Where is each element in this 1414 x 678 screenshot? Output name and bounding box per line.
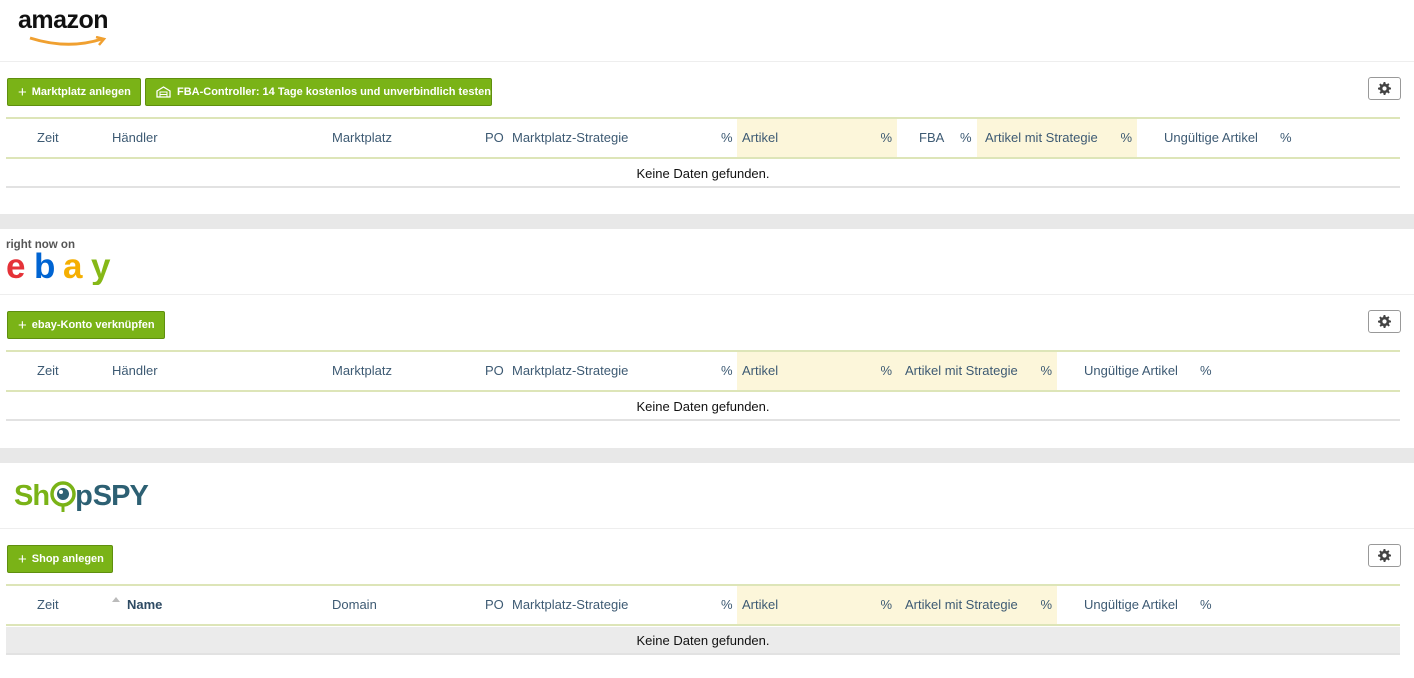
col-artikel-label: Artikel — [742, 130, 779, 145]
ebay-logo-row: right now on e b a y — [0, 229, 1414, 295]
shopspy-logo-spy: SPY — [92, 479, 149, 512]
plus-icon: + — [18, 83, 27, 101]
ebay-section: right now on e b a y + ebay-Konto verknü… — [0, 229, 1414, 448]
col-artikel-mit-strategie-label: Artikel mit Strategie — [905, 597, 1018, 612]
shopspy-section: Sh p SPY + Shop anlegen Zeit Name Domain… — [0, 463, 1414, 678]
col-percent-ungueltig[interactable]: % — [1200, 586, 1212, 624]
svg-text:y: y — [91, 251, 111, 285]
add-marketplace-button[interactable]: + Marktplatz anlegen — [7, 78, 141, 106]
col-percent-strategie[interactable]: % — [721, 586, 733, 624]
warehouse-icon — [156, 86, 171, 98]
gear-icon — [1378, 82, 1391, 95]
col-haendler[interactable]: Händler — [112, 352, 158, 390]
col-artikel-mit-strategie-label: Artikel mit Strategie — [985, 130, 1098, 145]
link-ebay-account-label: ebay-Konto verknüpfen — [31, 319, 155, 331]
add-shop-label: Shop anlegen — [31, 553, 104, 565]
amazon-logo-text: amazon — [18, 6, 109, 34]
col-fba[interactable]: FBA — [919, 119, 944, 157]
col-marktplatz-strategie[interactable]: Marktplatz-Strategie — [512, 586, 628, 624]
col-percent-ungueltig[interactable]: % — [1200, 352, 1212, 390]
col-name-label: Name — [127, 597, 163, 612]
amazon-section: amazon + Marktplatz anlegen FBA-Controll… — [0, 0, 1414, 214]
col-haendler[interactable]: Händler — [112, 119, 158, 157]
col-artikel[interactable]: Artikel % — [737, 119, 897, 157]
svg-text:b: b — [34, 251, 54, 285]
col-domain[interactable]: Domain — [332, 586, 377, 624]
amazon-smile-icon — [29, 36, 107, 46]
link-ebay-account-button[interactable]: + ebay-Konto verknüpfen — [7, 311, 165, 339]
shopspy-logo-row: Sh p SPY — [0, 463, 1414, 529]
amazon-logo: amazon — [18, 6, 118, 48]
shopspy-settings-button[interactable] — [1368, 544, 1401, 567]
col-percent-fba[interactable]: % — [960, 119, 972, 157]
add-marketplace-label: Marktplatz anlegen — [31, 86, 131, 98]
col-name[interactable]: Name — [112, 586, 162, 624]
amazon-empty-row: Keine Daten gefunden. — [6, 160, 1400, 188]
shopspy-table-header: Zeit Name Domain PO Marktplatz-Strategie… — [6, 584, 1400, 626]
shopspy-logo: Sh p SPY — [14, 475, 149, 517]
col-marktplatz[interactable]: Marktplatz — [332, 352, 392, 390]
col-artikel-mit-strategie[interactable]: Artikel mit Strategie % — [897, 586, 1057, 624]
amazon-settings-button[interactable] — [1368, 77, 1401, 100]
col-artikel-mit-strategie[interactable]: Artikel mit Strategie % — [977, 119, 1137, 157]
ebay-logo: right now on e b a y — [6, 239, 136, 287]
col-ungueltige-artikel[interactable]: Ungültige Artikel — [1084, 352, 1178, 390]
svg-text:a: a — [63, 251, 83, 285]
ebay-wordmark-icon: e b a y — [6, 247, 114, 286]
col-percent-artikel: % — [880, 130, 892, 145]
fba-controller-trial-button[interactable]: FBA-Controller: 14 Tage kostenlos und un… — [145, 78, 492, 106]
amazon-table-header: Zeit Händler Marktplatz PO Marktplatz-St… — [6, 117, 1400, 159]
col-po[interactable]: PO — [485, 352, 504, 390]
col-percent-artikel: % — [880, 363, 892, 378]
col-percent-strategie[interactable]: % — [721, 352, 733, 390]
col-percent-artikel-mit-strategie: % — [1120, 130, 1132, 145]
col-zeit[interactable]: Zeit — [37, 586, 59, 624]
ebay-table-header: Zeit Händler Marktplatz PO Marktplatz-St… — [6, 350, 1400, 392]
add-shop-button[interactable]: + Shop anlegen — [7, 545, 113, 573]
col-artikel-mit-strategie-label: Artikel mit Strategie — [905, 363, 1018, 378]
shopspy-eye-icon — [50, 481, 76, 512]
col-percent-artikel-mit-strategie: % — [1040, 597, 1052, 612]
col-po[interactable]: PO — [485, 119, 504, 157]
shopspy-logo-p: p — [75, 479, 93, 512]
col-artikel[interactable]: Artikel % — [737, 586, 897, 624]
col-po[interactable]: PO — [485, 586, 504, 624]
gear-icon — [1378, 315, 1391, 328]
ebay-settings-button[interactable] — [1368, 310, 1401, 333]
col-ungueltige-artikel[interactable]: Ungültige Artikel — [1084, 586, 1178, 624]
col-percent-strategie[interactable]: % — [721, 119, 733, 157]
col-artikel-label: Artikel — [742, 597, 779, 612]
plus-icon: + — [18, 550, 27, 568]
col-zeit[interactable]: Zeit — [37, 119, 59, 157]
ebay-logo-tagline: right now on — [6, 239, 75, 251]
col-marktplatz-strategie[interactable]: Marktplatz-Strategie — [512, 352, 628, 390]
col-percent-artikel: % — [880, 597, 892, 612]
col-artikel-label: Artikel — [742, 363, 779, 378]
ebay-empty-row: Keine Daten gefunden. — [6, 393, 1400, 421]
amazon-logo-row: amazon — [0, 0, 1414, 62]
svg-text:e: e — [6, 251, 25, 285]
shopspy-logo-sh: Sh — [14, 479, 50, 512]
shopspy-empty-row: Keine Daten gefunden. — [6, 627, 1400, 655]
col-percent-ungueltig[interactable]: % — [1280, 119, 1292, 157]
col-ungueltige-artikel[interactable]: Ungültige Artikel — [1164, 119, 1258, 157]
fba-controller-trial-label: FBA-Controller: 14 Tage kostenlos und un… — [177, 86, 491, 98]
plus-icon: + — [18, 316, 27, 334]
section-divider — [0, 214, 1414, 229]
col-marktplatz[interactable]: Marktplatz — [332, 119, 392, 157]
sort-asc-icon — [112, 597, 120, 603]
col-artikel-mit-strategie[interactable]: Artikel mit Strategie % — [897, 352, 1057, 390]
ebay-logo-wordmark: e b a y — [6, 247, 136, 286]
gear-icon — [1378, 549, 1391, 562]
section-divider — [0, 448, 1414, 463]
col-artikel[interactable]: Artikel % — [737, 352, 897, 390]
col-zeit[interactable]: Zeit — [37, 352, 59, 390]
col-marktplatz-strategie[interactable]: Marktplatz-Strategie — [512, 119, 628, 157]
col-percent-artikel-mit-strategie: % — [1040, 363, 1052, 378]
